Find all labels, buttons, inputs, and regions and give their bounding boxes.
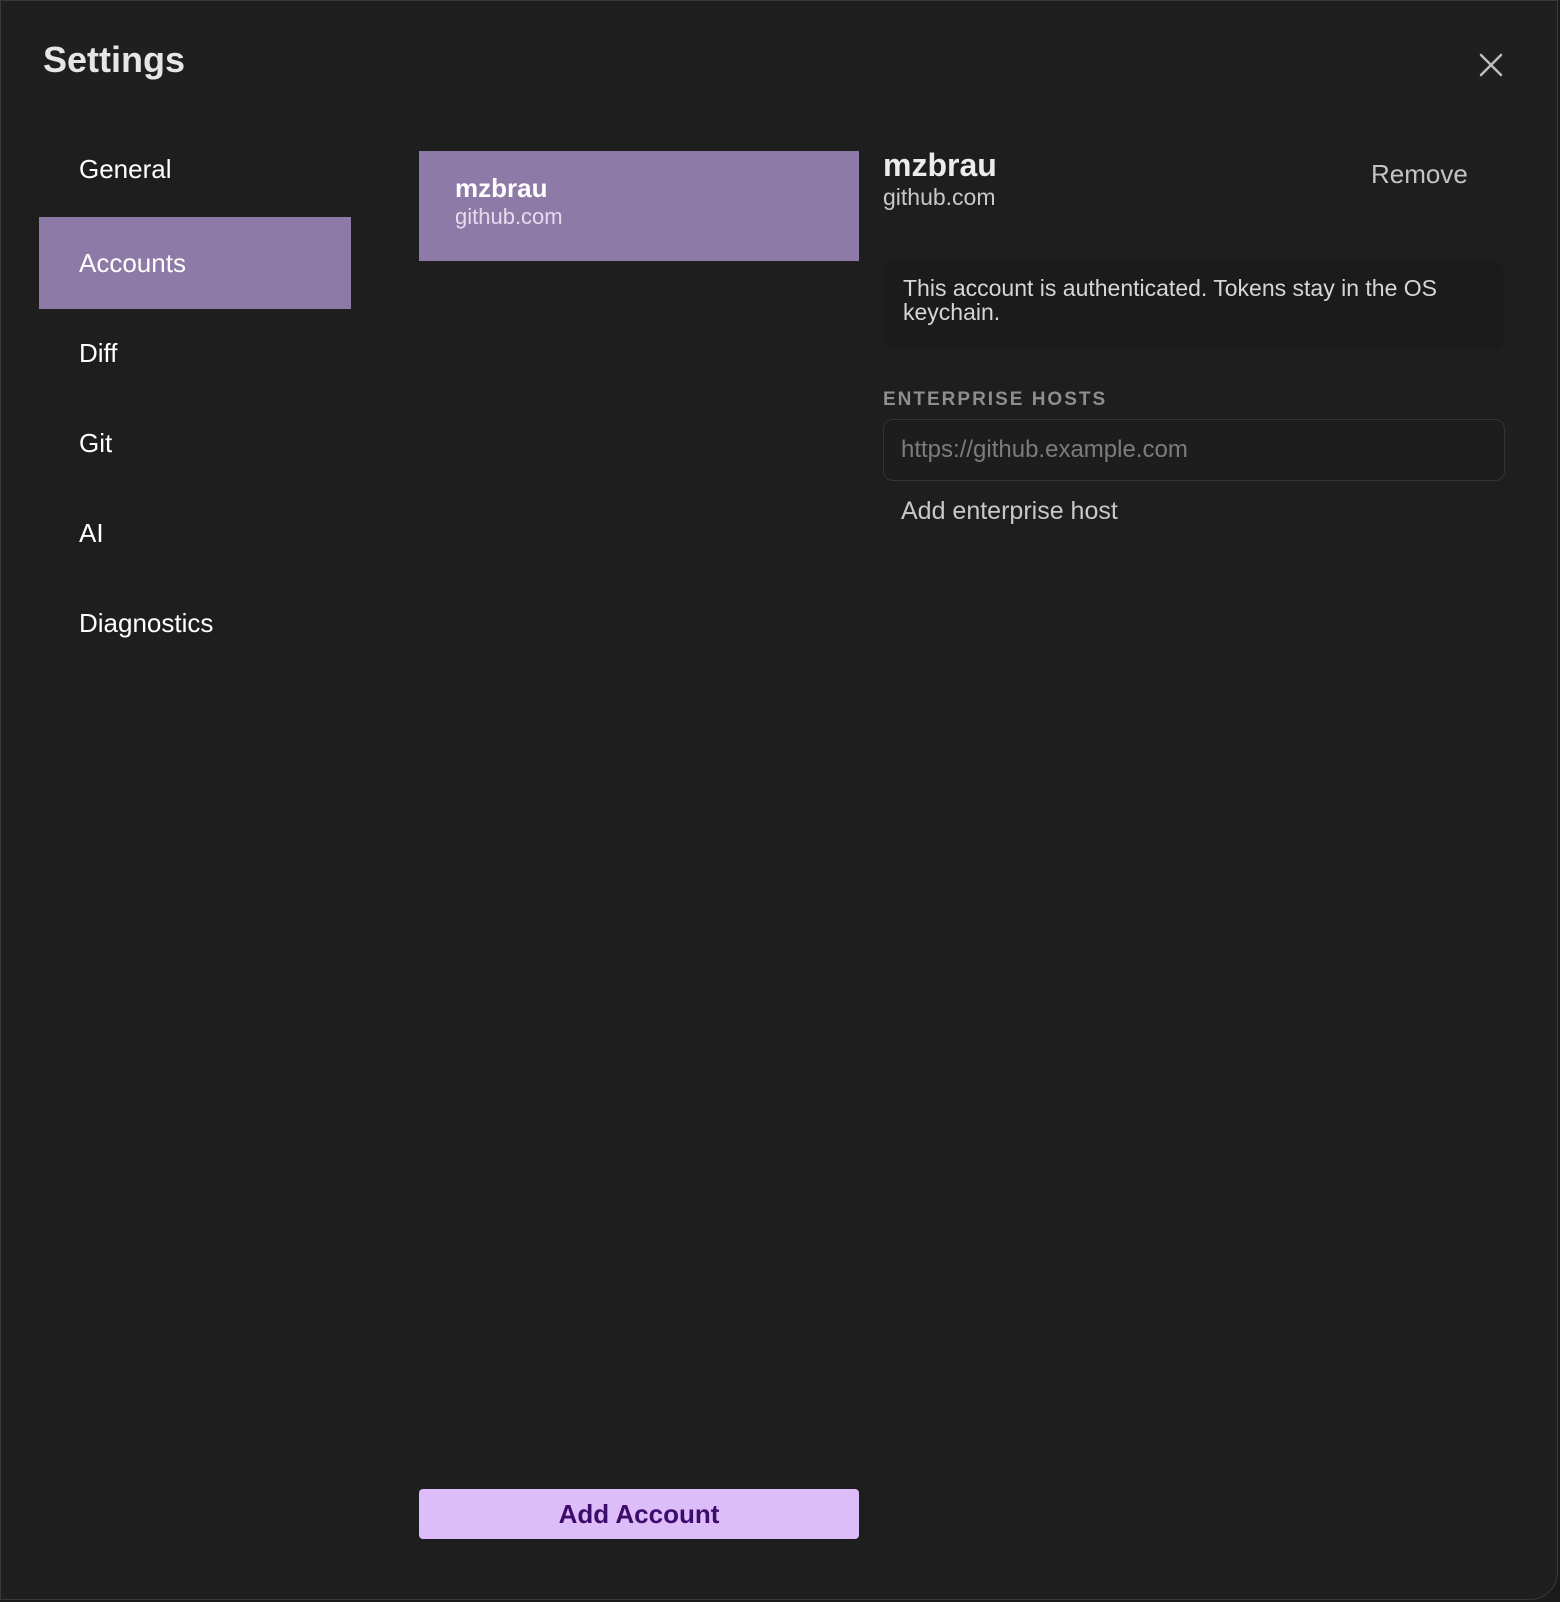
account-detail-host: github.com: [883, 184, 996, 210]
accounts-panel: mzbrau github.com mzbrau github.com Remo…: [385, 119, 1505, 1567]
sidebar-item-diagnostics[interactable]: Diagnostics: [39, 577, 351, 669]
account-list-item[interactable]: mzbrau github.com: [419, 151, 859, 261]
remove-account-button[interactable]: Remove: [1371, 159, 1468, 190]
settings-sidebar: General Accounts Diff Git AI Diagnostics: [27, 119, 363, 1567]
account-detail-name: mzbrau: [883, 147, 997, 183]
close-button[interactable]: [1471, 45, 1511, 85]
sidebar-item-accounts[interactable]: Accounts: [39, 217, 351, 309]
sidebar-item-git[interactable]: Git: [39, 397, 351, 489]
add-account-button[interactable]: Add Account: [419, 1489, 859, 1539]
enterprise-host-input[interactable]: [883, 419, 1505, 481]
enterprise-hosts-label: ENTERPRISE HOSTS: [883, 389, 1108, 410]
account-list-name: mzbrau: [455, 173, 548, 203]
page-title: Settings: [43, 39, 186, 80]
close-icon: [1479, 53, 1503, 77]
add-enterprise-host-button[interactable]: Add enterprise host: [901, 497, 1118, 526]
sidebar-item-ai[interactable]: AI: [39, 487, 351, 579]
account-list-host: github.com: [455, 204, 563, 229]
sidebar-item-diff[interactable]: Diff: [39, 307, 351, 399]
auth-notice: This account is authenticated. Tokens st…: [883, 261, 1503, 349]
settings-window: Settings General Accounts Diff Git AI Di…: [0, 0, 1558, 1600]
sidebar-item-general[interactable]: General: [39, 123, 351, 215]
